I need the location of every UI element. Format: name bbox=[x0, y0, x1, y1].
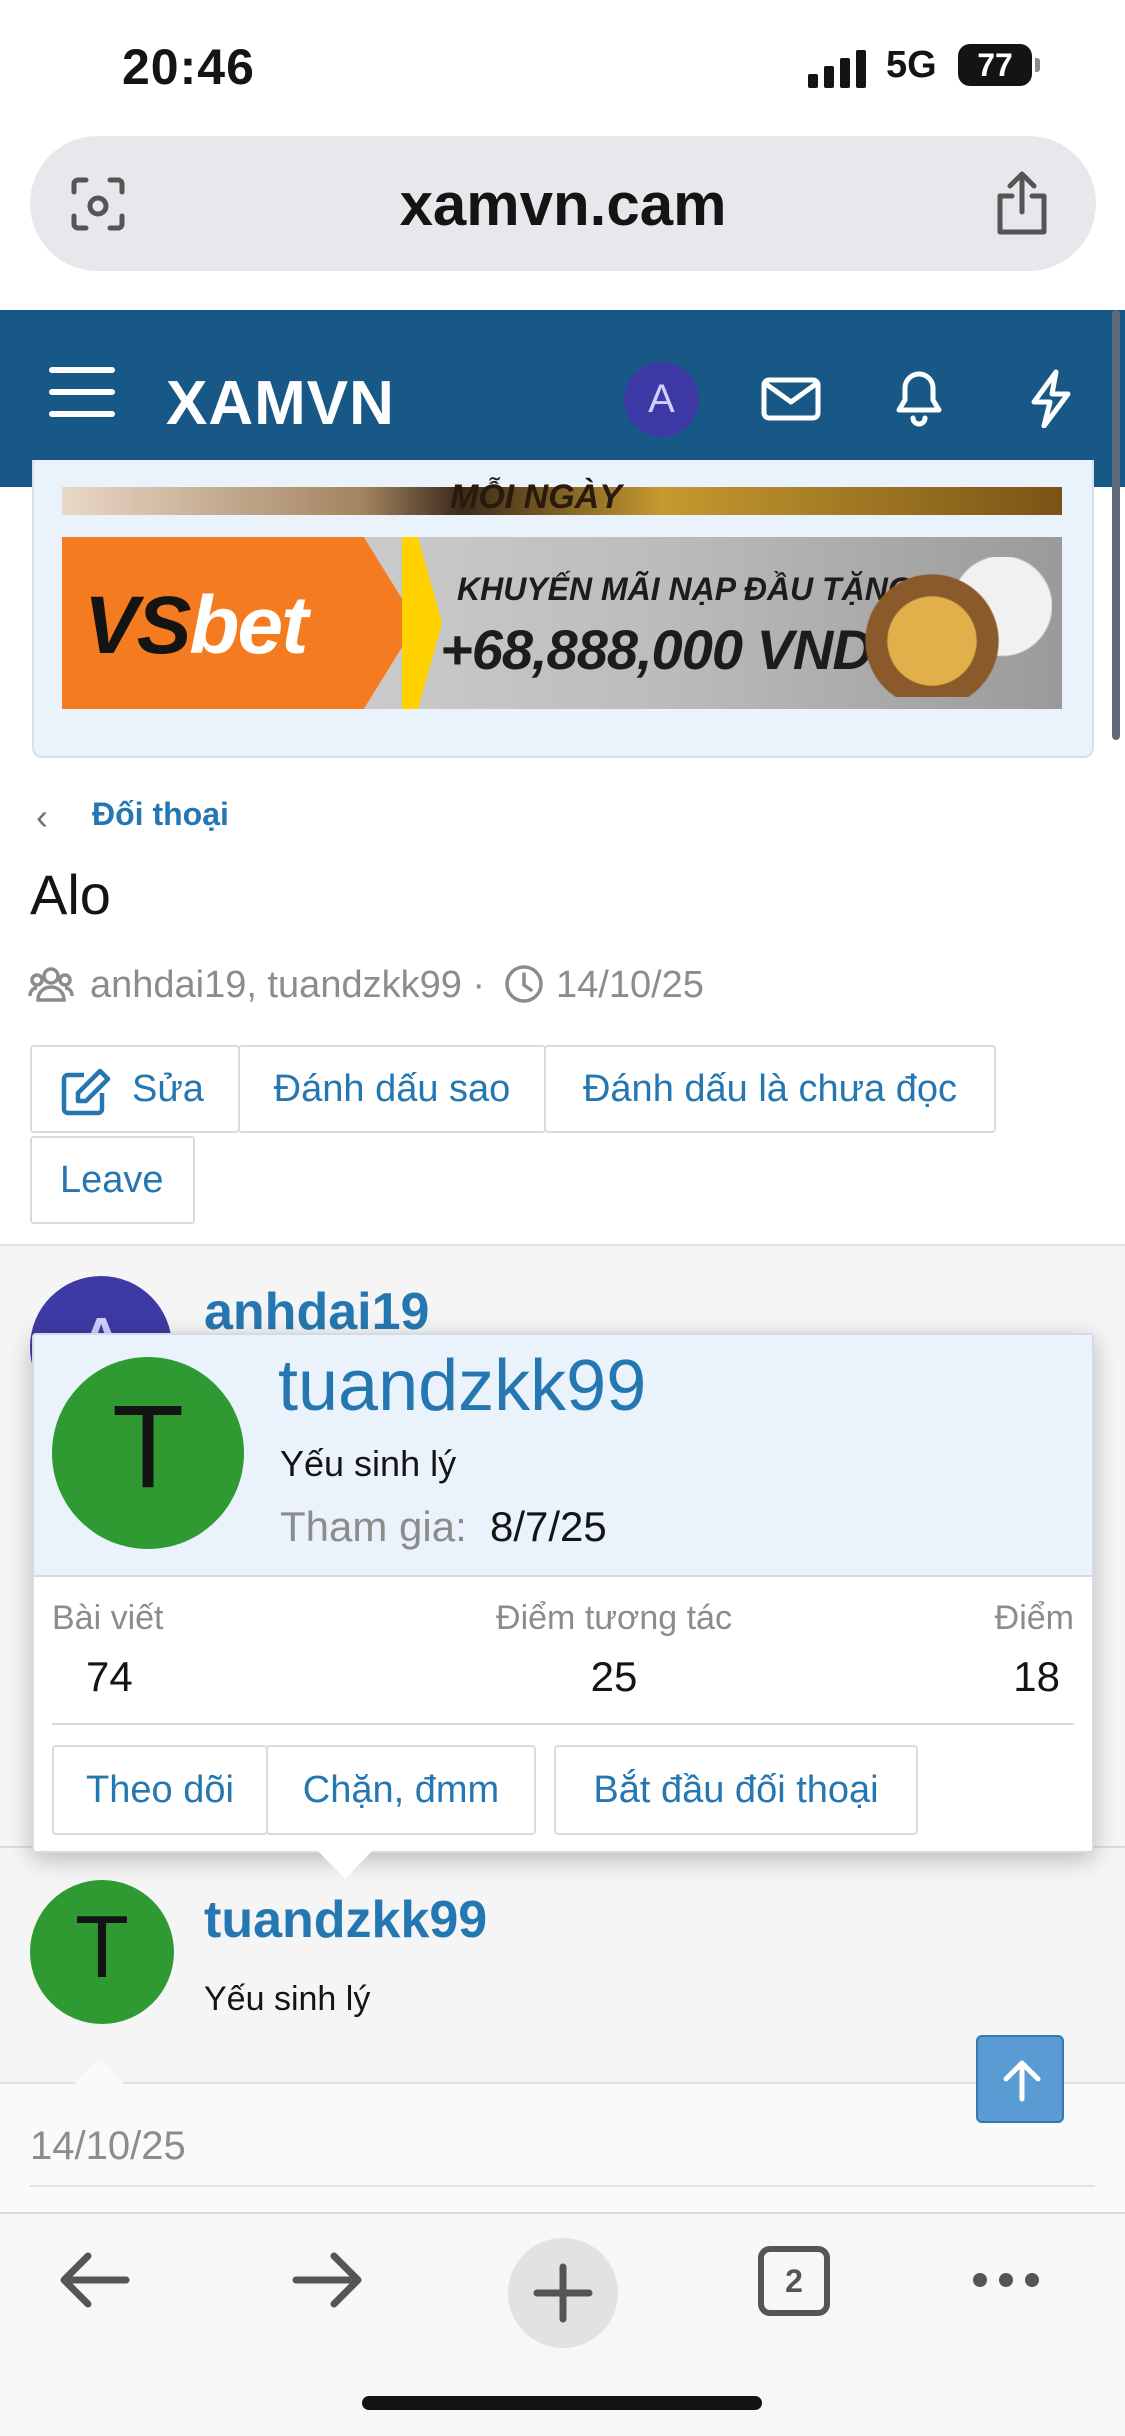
avatar[interactable]: T bbox=[30, 1880, 174, 2024]
banner-stripe bbox=[402, 537, 442, 709]
breadcrumb-conversations[interactable]: Đối thoại bbox=[92, 796, 229, 833]
mark-unread-button[interactable]: Đánh dấu là chưa đọc bbox=[544, 1045, 996, 1133]
follow-button[interactable]: Theo dõi bbox=[52, 1745, 268, 1835]
top-banner-text: MỖI NGÀY bbox=[450, 478, 622, 516]
stat-label: Điểm bbox=[994, 1599, 1074, 1637]
participants: anhdai19, tuandzkk99 · bbox=[90, 964, 486, 1006]
stat-value[interactable]: 25 bbox=[454, 1653, 774, 1701]
vsbet-logo: VSbet bbox=[84, 580, 308, 671]
vsbet-banner[interactable]: VSbet KHUYẾN MÃI NẠP ĐẦU TẶNG +68,888,00… bbox=[62, 537, 1062, 709]
page-title: Alo bbox=[30, 863, 111, 926]
new-tab-button[interactable] bbox=[508, 2238, 618, 2348]
clock: 20:46 bbox=[122, 39, 255, 95]
promo-line-1: KHUYẾN MÃI NẠP ĐẦU TẶNG bbox=[457, 571, 913, 607]
edit-button[interactable]: Sửa bbox=[30, 1045, 240, 1133]
network-type: 5G bbox=[886, 44, 937, 86]
battery-icon: 77 bbox=[958, 44, 1040, 86]
avatar[interactable]: T bbox=[52, 1357, 244, 1549]
bell-icon[interactable] bbox=[888, 368, 950, 428]
scroll-to-top-button[interactable] bbox=[976, 2035, 1064, 2123]
url-text[interactable]: xamvn.cam bbox=[30, 170, 1096, 239]
start-conversation-button[interactable]: Bắt đầu đối thoại bbox=[554, 1745, 918, 1835]
star-button[interactable]: Đánh dấu sao bbox=[238, 1045, 546, 1133]
arrow-up-icon bbox=[1003, 2060, 1041, 2102]
chevron-left-icon[interactable]: ‹ bbox=[36, 796, 48, 838]
share-icon[interactable] bbox=[992, 170, 1052, 236]
joined-label: Tham gia: bbox=[280, 1503, 467, 1550]
message-date[interactable]: 14/10/25 bbox=[30, 2124, 186, 2169]
block-button[interactable]: Chặn, đmm bbox=[266, 1745, 536, 1835]
divider bbox=[52, 1723, 1074, 1725]
edit-icon bbox=[61, 1068, 111, 1116]
back-arrow-icon[interactable] bbox=[54, 2245, 134, 2315]
stat-value[interactable]: 18 bbox=[914, 1653, 1060, 1701]
joined-value: 8/7/25 bbox=[490, 1503, 607, 1550]
mail-icon[interactable] bbox=[760, 368, 822, 428]
message-author[interactable]: tuandzkk99 bbox=[204, 1890, 487, 1950]
stat-value[interactable]: 74 bbox=[86, 1653, 133, 1701]
users-icon bbox=[28, 967, 74, 1002]
site-logo[interactable]: XAMVN bbox=[166, 368, 395, 439]
divider bbox=[30, 2185, 1095, 2187]
tabs-button[interactable]: 2 bbox=[758, 2246, 830, 2316]
home-indicator bbox=[362, 2396, 762, 2410]
user-avatar[interactable]: A bbox=[624, 362, 699, 437]
lightning-icon[interactable] bbox=[1020, 368, 1082, 428]
address-bar[interactable]: xamvn.cam bbox=[30, 136, 1096, 271]
member-rank: Yếu sinh lý bbox=[280, 1443, 457, 1484]
stat-label: Bài viết bbox=[52, 1599, 164, 1637]
more-icon[interactable] bbox=[966, 2245, 1046, 2315]
status-bar: 20:46 5G 77 bbox=[0, 0, 1125, 130]
clock-icon bbox=[505, 965, 543, 1003]
member-tooltip-header: T tuandzkk99 Yếu sinh lý Tham gia: 8/7/2… bbox=[34, 1335, 1092, 1577]
promo-image bbox=[852, 557, 1052, 697]
member-tooltip: T tuandzkk99 Yếu sinh lý Tham gia: 8/7/2… bbox=[32, 1333, 1094, 1853]
forward-arrow-icon[interactable] bbox=[288, 2245, 368, 2315]
promo-line-2: +68,888,000 VND bbox=[440, 618, 873, 681]
scrollbar[interactable] bbox=[1112, 310, 1120, 740]
signal-icon bbox=[808, 50, 866, 88]
plus-icon bbox=[533, 2263, 593, 2323]
stat-label: Điểm tương tác bbox=[496, 1599, 732, 1637]
member-name[interactable]: tuandzkk99 bbox=[278, 1345, 646, 1427]
leave-button[interactable]: Leave bbox=[30, 1136, 195, 1224]
user-rank: Yếu sinh lý bbox=[204, 1980, 371, 2018]
menu-icon[interactable] bbox=[48, 365, 116, 419]
conversation-date: 14/10/25 bbox=[556, 964, 704, 1006]
